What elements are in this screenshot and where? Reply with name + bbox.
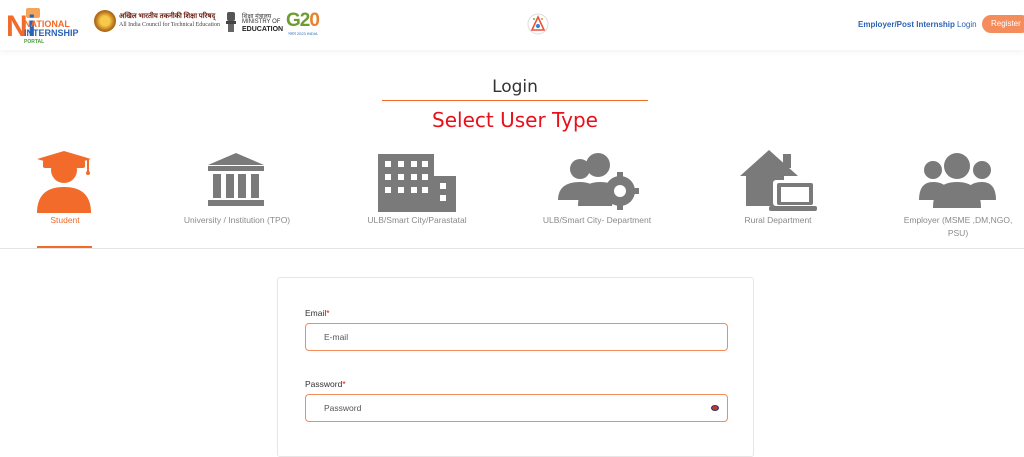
national-internship-portal-logo[interactable]: Ni NATIONAL INTERNSHIP PORTAL: [6, 6, 86, 47]
university-icon: [208, 153, 264, 206]
user-type-label: ULB/Smart City/Parastatal: [367, 215, 467, 225]
password-label: Password*: [305, 379, 346, 389]
employer-post-internship-link[interactable]: Employer/Post Internship: [858, 20, 955, 29]
center-emblem-icon: [527, 13, 549, 35]
user-type-label: ULB/Smart City- Department: [542, 215, 652, 225]
users-gear-icon: [558, 153, 639, 210]
aicte-logo: अखिल भारतीय तकनीकी शिक्षा परिषद् All Ind…: [94, 10, 220, 36]
email-label-text: Email: [305, 308, 327, 318]
user-type-label: Rural Department: [744, 215, 812, 225]
nip-logo-text: NATIONAL INTERNSHIP PORTAL: [24, 20, 79, 47]
required-asterisk: *: [326, 308, 330, 318]
house-laptop-icon: [740, 150, 817, 211]
user-type-label: Employer (MSME ,DM,NGO, PSU): [903, 215, 1013, 238]
select-user-type-heading: Select User Type: [432, 108, 598, 132]
aicte-seal-icon: [94, 10, 116, 32]
title-underline: [382, 100, 648, 101]
tabs-divider: [0, 248, 1024, 249]
moe-line1: MINISTRY OF: [242, 19, 281, 25]
aicte-hindi-text: अखिल भारतीय तकनीकी शिक्षा परिषद्: [119, 12, 216, 20]
register-button[interactable]: Register: [982, 15, 1024, 33]
student-icon: [37, 151, 91, 213]
login-link[interactable]: Login: [957, 20, 977, 29]
password-label-text: Password: [305, 379, 343, 389]
aicte-english-text: All India Council for Technical Educatio…: [119, 22, 220, 28]
show-password-icon[interactable]: [711, 405, 719, 411]
city-building-icon: [378, 154, 456, 212]
nip-line2: INTERNSHIP: [24, 28, 79, 38]
moe-line2: EDUCATION: [242, 26, 284, 33]
page-title: Login: [492, 77, 538, 97]
g20-logo: G20 भारत 2023 INDIA: [286, 10, 336, 38]
g20-g2: G2: [286, 10, 310, 31]
password-field[interactable]: [305, 394, 728, 422]
g20-sub-text: भारत 2023 INDIA: [288, 31, 318, 36]
nip-line3: PORTAL: [24, 39, 45, 45]
ministry-of-education-logo: शिक्षा मंत्रालय MINISTRY OF EDUCATION: [222, 10, 284, 38]
national-emblem-icon: [226, 12, 236, 32]
required-asterisk: *: [342, 379, 346, 389]
g20-zero: 0: [309, 10, 320, 31]
user-type-label: Student: [50, 215, 80, 225]
g20-text: G20: [286, 10, 320, 32]
people-group-icon: [919, 153, 996, 208]
user-type-label: University / Institution (TPO): [183, 215, 291, 225]
email-label: Email*: [305, 308, 330, 318]
email-field[interactable]: [305, 323, 728, 351]
top-header: Ni NATIONAL INTERNSHIP PORTAL अखिल भारती…: [0, 0, 1024, 50]
login-form-card: Email* Password*: [277, 277, 754, 457]
